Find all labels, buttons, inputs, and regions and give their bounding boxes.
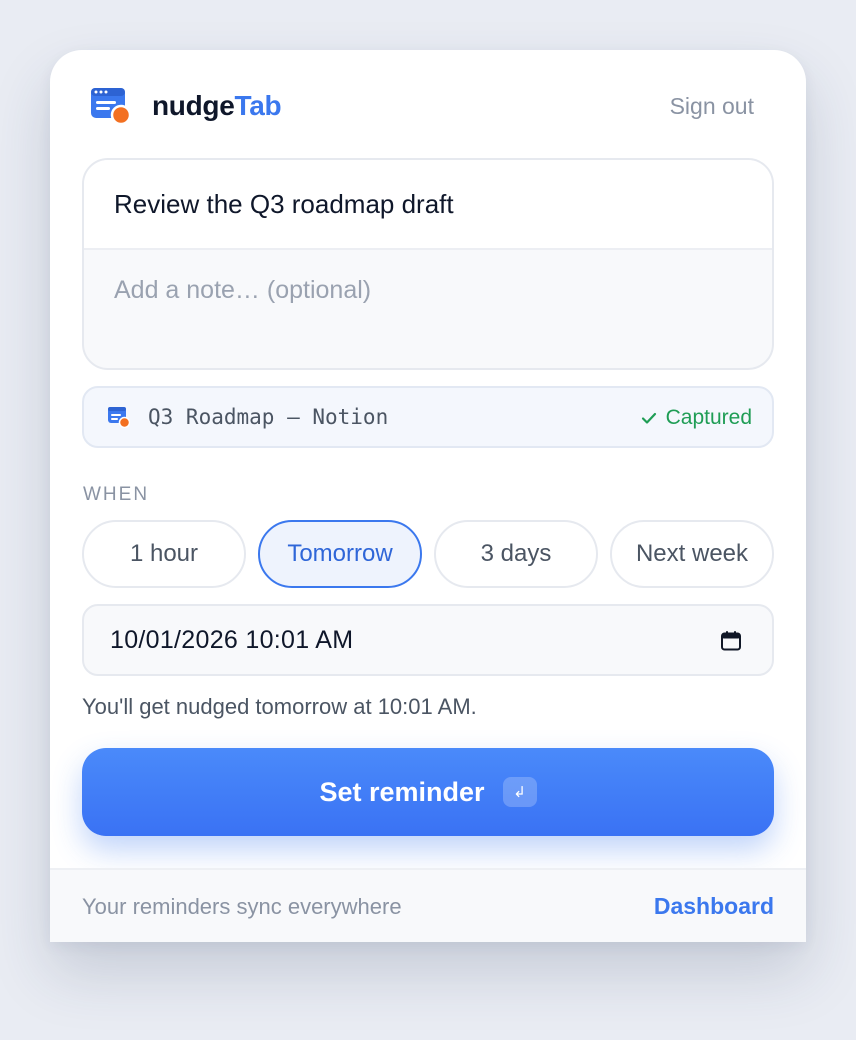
enter-key-icon: ↲: [502, 777, 537, 807]
compose-box: Review the Q3 roadmap draft Add a note… …: [82, 158, 774, 370]
check-icon: [641, 412, 656, 424]
dashboard-link[interactable]: Dashboard: [654, 893, 774, 920]
note-textarea[interactable]: Add a note… (optional): [114, 276, 371, 305]
option-next-week[interactable]: Next week: [610, 520, 774, 588]
option-3-days[interactable]: 3 days: [434, 520, 598, 588]
captured-page-title: Q3 Roadmap — Notion: [148, 405, 389, 429]
datetime-value: 10/01/2026 10:01 AM: [110, 626, 354, 654]
captured-label: Captured: [665, 406, 752, 429]
brand-name: nudgeTab: [152, 90, 282, 122]
set-reminder-button[interactable]: Set reminder ↲: [82, 748, 774, 836]
sync-message: Your reminders sync everywhere: [82, 894, 402, 919]
captured-status: Captured: [640, 406, 752, 430]
captured-tab-card: Q3 Roadmap — Notion Captured: [82, 386, 774, 448]
option-1-hour[interactable]: 1 hour: [82, 520, 246, 588]
popup-card: nudgeTab Sign out Review the Q3 roadmap …: [50, 50, 806, 942]
sign-out-link[interactable]: Sign out: [670, 93, 754, 120]
browser-window-icon: [91, 88, 132, 126]
brand-accent: Tab: [234, 90, 282, 121]
footer: Your reminders sync everywhere Dashboard: [50, 868, 806, 942]
header: nudgeTab Sign out: [50, 50, 806, 160]
browser-window-icon: [108, 407, 130, 428]
brand-primary: nudge: [152, 90, 235, 121]
set-reminder-label: Set reminder: [319, 776, 485, 807]
option-tomorrow[interactable]: Tomorrow: [258, 520, 422, 588]
when-label: WHEN: [83, 484, 150, 505]
datetime-input[interactable]: 10/01/2026 10:01 AM: [82, 604, 774, 676]
when-options: 1 hour Tomorrow 3 days Next week: [82, 520, 774, 588]
calendar-icon[interactable]: [720, 630, 742, 652]
reminder-hint: You'll get nudged tomorrow at 10:01 AM.: [82, 694, 477, 719]
reminder-title-input[interactable]: Review the Q3 roadmap draft: [84, 160, 772, 250]
